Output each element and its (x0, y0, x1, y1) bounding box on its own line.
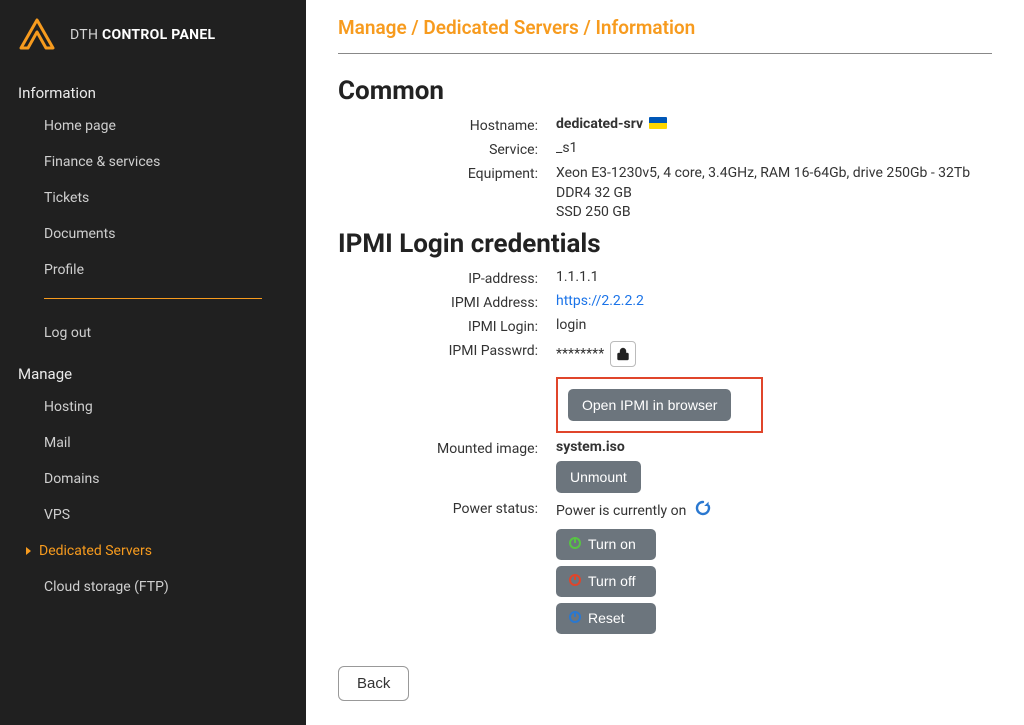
ipmi-address-link[interactable]: https://2.2.2.2 (556, 293, 644, 309)
equipment-value: Xeon E3-1230v5, 4 core, 3.4GHz, RAM 16-6… (556, 164, 992, 223)
power-status-label: Power status: (338, 499, 538, 517)
power-icon (568, 573, 582, 590)
power-status-value: Power is currently on Turn on Turn off R… (556, 499, 992, 634)
sidebar-item-label: Dedicated Servers (39, 543, 152, 559)
power-icon (568, 536, 582, 553)
sidebar-divider (44, 298, 262, 299)
sidebar-item-cloud-storage[interactable]: Cloud storage (FTP) (0, 569, 306, 605)
hostname-value: dedicated-srv (556, 116, 992, 134)
sidebar-item-logout[interactable]: Log out (0, 315, 306, 351)
ipmi-address-label: IPMI Address: (338, 293, 538, 311)
mounted-image-value: system.iso Unmount (556, 439, 992, 493)
section-title-information: Information (0, 70, 306, 108)
hostname-text: dedicated-srv (556, 116, 643, 132)
logo-icon (18, 18, 56, 52)
section-title-manage: Manage (0, 351, 306, 389)
sidebar-item-label: Log out (44, 325, 91, 341)
sidebar-item-label: Documents (44, 226, 115, 242)
sidebar-item-label: Tickets (44, 190, 89, 206)
mounted-image-text: system.iso (556, 439, 625, 455)
sidebar-item-finance[interactable]: Finance & services (0, 144, 306, 180)
ipmi-password-value: ******** (556, 341, 992, 367)
sidebar-item-hosting[interactable]: Hosting (0, 389, 306, 425)
button-label: Turn off (588, 573, 635, 589)
reveal-password-button[interactable] (610, 341, 636, 367)
sidebar-item-home[interactable]: Home page (0, 108, 306, 144)
brand-strong: CONTROL PANEL (102, 27, 215, 43)
sidebar-item-label: Domains (44, 471, 99, 487)
sidebar-item-label: Cloud storage (FTP) (44, 579, 169, 595)
sidebar-item-label: Home page (44, 118, 116, 134)
flag-ua-icon (649, 117, 667, 129)
service-label: Service: (338, 140, 538, 158)
sidebar-item-label: Hosting (44, 399, 93, 415)
sidebar-item-dedicated-servers[interactable]: Dedicated Servers (0, 533, 306, 569)
caret-right-icon (26, 547, 31, 555)
back-button[interactable]: Back (338, 666, 409, 701)
breadcrumb: Manage / Dedicated Servers / Information (338, 16, 992, 54)
sidebar-item-documents[interactable]: Documents (0, 216, 306, 252)
unmount-button[interactable]: Unmount (556, 461, 641, 493)
sidebar-item-domains[interactable]: Domains (0, 461, 306, 497)
ipmi-login-label: IPMI Login: (338, 317, 538, 335)
sidebar-item-label: Mail (44, 435, 71, 451)
ipmi-address-value: https://2.2.2.2 (556, 293, 992, 311)
power-off-button[interactable]: Turn off (556, 566, 656, 597)
button-label: Reset (588, 610, 625, 626)
sidebar: DTH CONTROL PANEL Information Home page … (0, 0, 306, 725)
ip-label: IP-address: (338, 269, 538, 287)
service-value: _s1 (556, 140, 992, 158)
power-status-text: Power is currently on (556, 503, 686, 519)
section-title-ipmi: IPMI Login credentials (338, 229, 992, 259)
password-masked: ******** (556, 346, 604, 362)
open-ipmi-highlight: Open IPMI in browser (556, 377, 763, 433)
brand-prefix: DTH (70, 27, 102, 43)
main-content: Manage / Dedicated Servers / Information… (306, 0, 1024, 725)
brand-text: DTH CONTROL PANEL (70, 27, 215, 43)
button-label: Turn on (588, 536, 636, 552)
ip-value: 1.1.1.1 (556, 269, 992, 287)
section-title-common: Common (338, 76, 992, 106)
power-icon (568, 610, 582, 627)
logo-area[interactable]: DTH CONTROL PANEL (0, 10, 306, 70)
sidebar-item-profile[interactable]: Profile (0, 252, 306, 288)
mounted-image-label: Mounted image: (338, 439, 538, 457)
power-on-button[interactable]: Turn on (556, 529, 656, 560)
sidebar-item-label: Finance & services (44, 154, 160, 170)
sidebar-item-mail[interactable]: Mail (0, 425, 306, 461)
sidebar-item-tickets[interactable]: Tickets (0, 180, 306, 216)
refresh-icon[interactable] (694, 505, 712, 521)
sidebar-item-vps[interactable]: VPS (0, 497, 306, 533)
reset-button[interactable]: Reset (556, 603, 656, 634)
lock-icon (617, 347, 629, 361)
open-ipmi-button[interactable]: Open IPMI in browser (568, 389, 731, 421)
ipmi-login-value: login (556, 317, 992, 335)
hostname-label: Hostname: (338, 116, 538, 134)
sidebar-item-label: Profile (44, 262, 84, 278)
equipment-label: Equipment: (338, 164, 538, 182)
sidebar-item-label: VPS (44, 507, 70, 523)
ipmi-password-label: IPMI Passwrd: (338, 341, 538, 359)
